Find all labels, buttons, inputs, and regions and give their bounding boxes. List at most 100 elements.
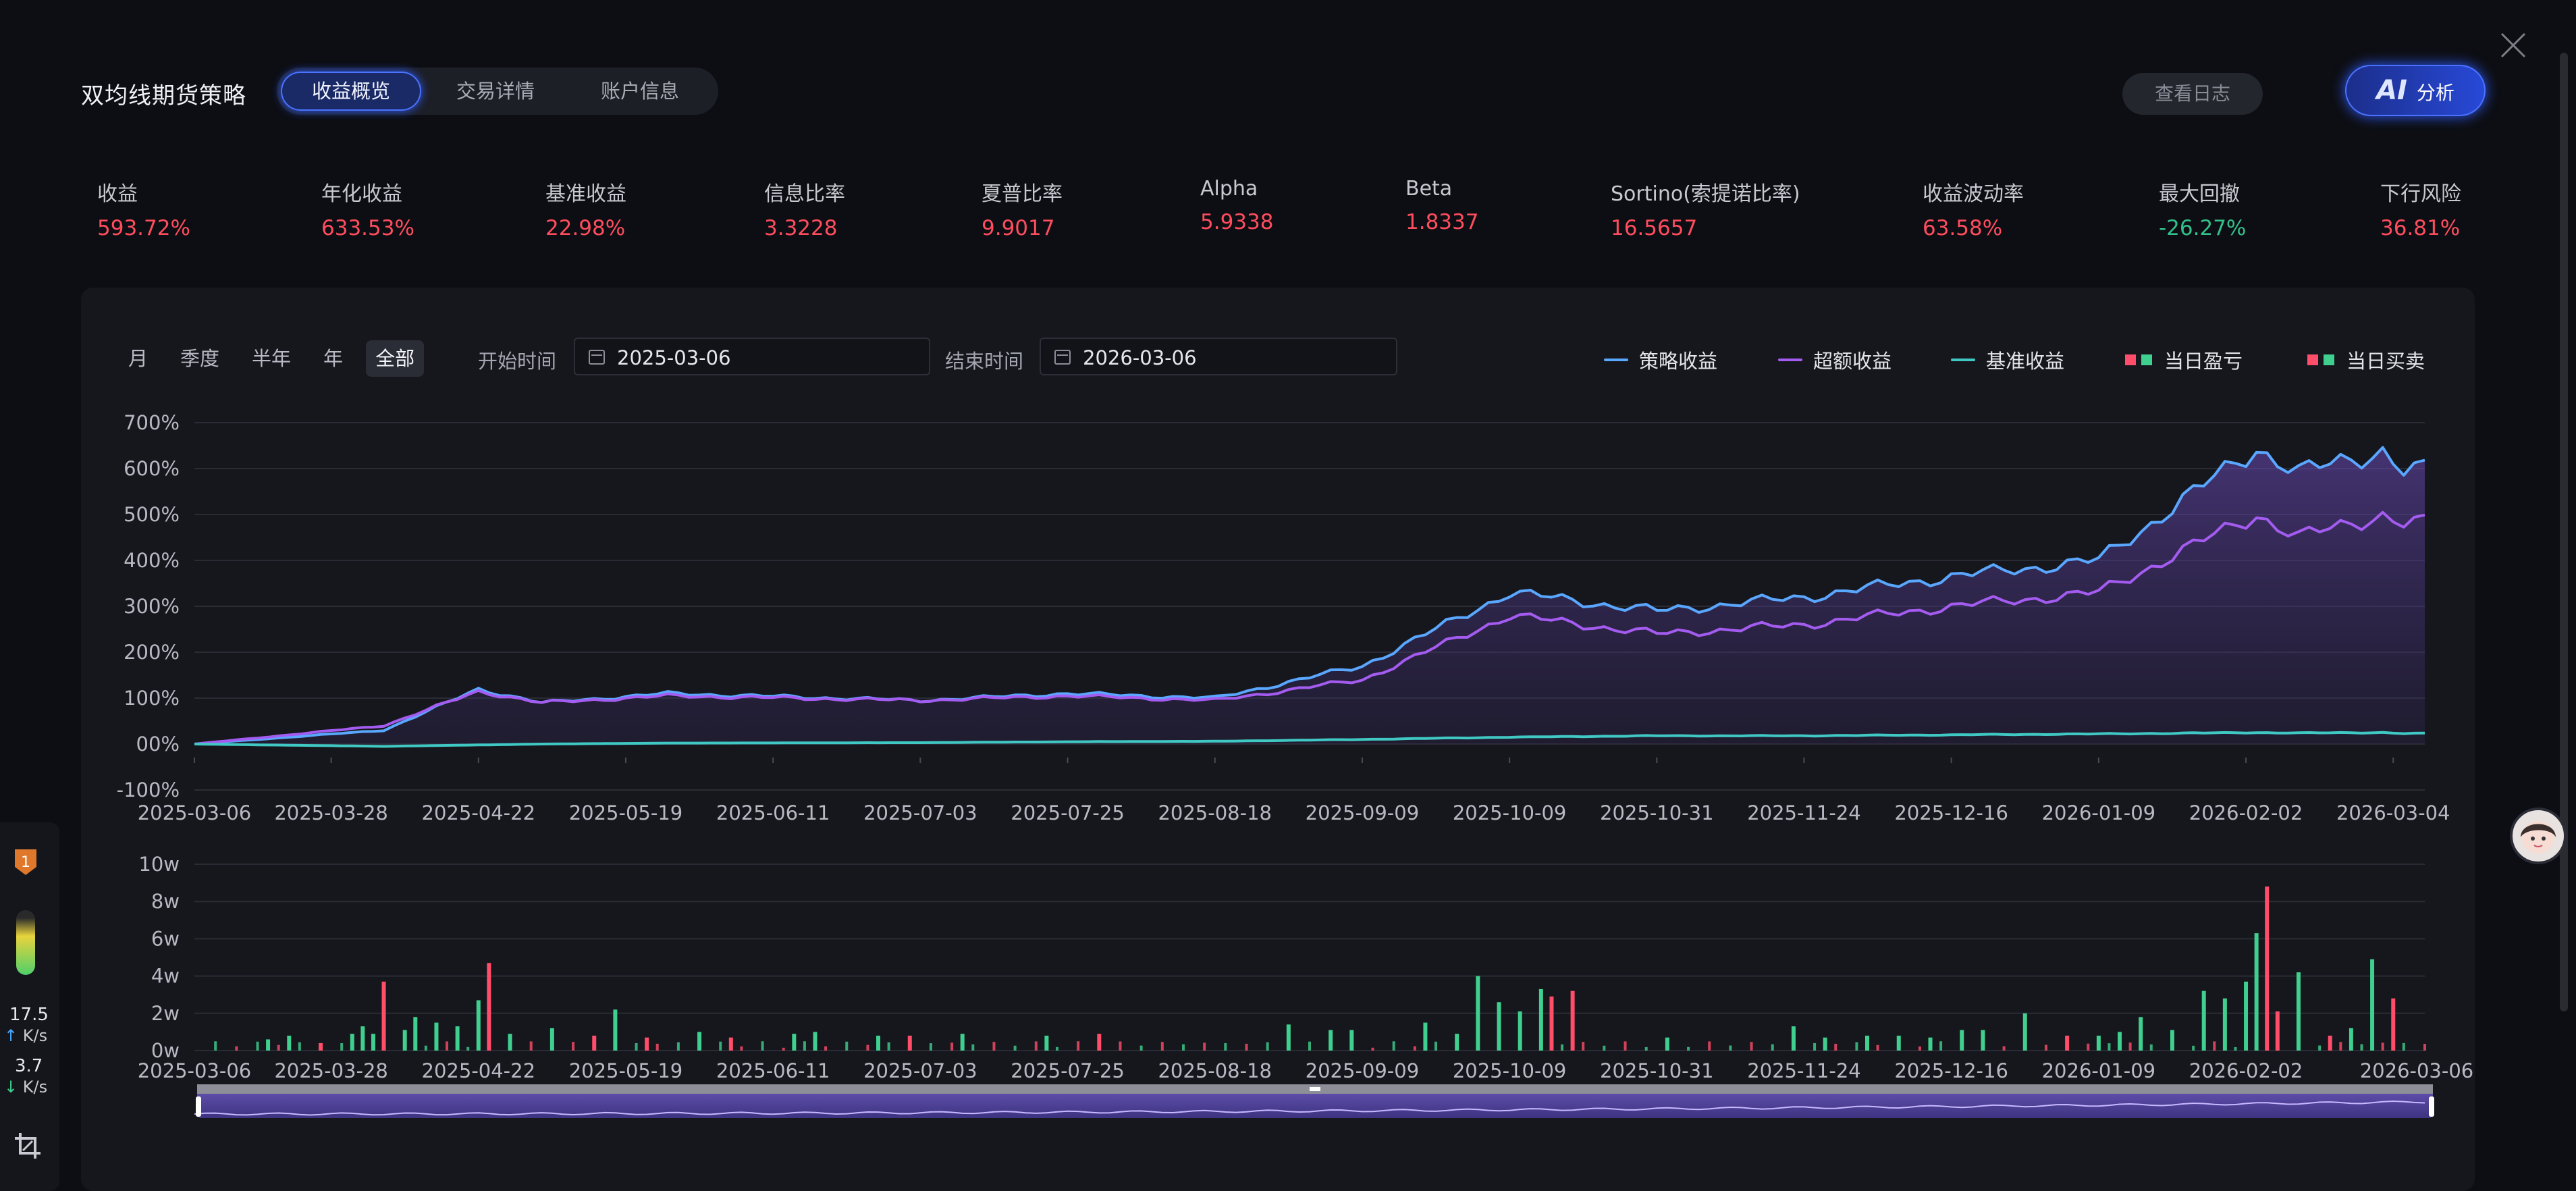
bar [1876, 1044, 1879, 1051]
y-tick-label: 10w [138, 853, 180, 876]
shield-badge-icon[interactable]: 1 [12, 847, 39, 878]
bar [1497, 1002, 1501, 1051]
bar [1203, 1042, 1206, 1051]
upload-speed: 17.5 [9, 1005, 49, 1025]
y-tick-label: 00% [136, 733, 180, 756]
bar [2222, 998, 2227, 1051]
bar [907, 1035, 912, 1051]
bar [824, 1046, 828, 1051]
bar [413, 1017, 418, 1051]
x-tick-label: 2025-10-31 [1600, 801, 1714, 824]
bar [1224, 1042, 1227, 1051]
x-tick-label: 2025-09-09 [1306, 801, 1420, 824]
bar [1266, 1042, 1269, 1051]
bar [676, 1042, 680, 1051]
x-tick-label: 2025-12-16 [1894, 801, 2008, 824]
y-tick-label: 600% [124, 457, 180, 480]
x-tick-label: 2025-12-16 [1894, 1059, 2008, 1082]
bar [1434, 1041, 1438, 1051]
arrow-down-icon: ↓ [4, 1078, 18, 1096]
bar [1624, 1041, 1627, 1051]
bar [1813, 1042, 1817, 1051]
x-tick-label: 2025-07-25 [1011, 1059, 1125, 1082]
bar [792, 1034, 797, 1051]
bar [950, 1042, 954, 1051]
download-speed-unit: ↓ K/s [4, 1078, 48, 1096]
bar [256, 1041, 259, 1051]
bar [635, 1043, 638, 1051]
bar [529, 1041, 533, 1051]
bar [1181, 1044, 1185, 1051]
y-tick-label: 100% [124, 687, 180, 710]
bar [1245, 1043, 1248, 1051]
bar [476, 1000, 481, 1051]
assistant-avatar[interactable] [2510, 808, 2567, 864]
y-tick-label: 8w [151, 890, 180, 913]
bar [1896, 1035, 1901, 1051]
bar [1423, 1022, 1428, 1051]
bar [645, 1037, 649, 1051]
bar [1834, 1043, 1837, 1051]
bar [2170, 1030, 2174, 1051]
x-tick-label: 2025-07-03 [863, 1059, 977, 1082]
bar [508, 1034, 512, 1051]
bar [2296, 972, 2301, 1051]
bar [298, 1042, 301, 1051]
bar [2149, 1044, 2153, 1051]
y-tick-label: 6w [151, 927, 180, 950]
bar [1791, 1026, 1796, 1051]
x-tick-label: 2025-03-06 [138, 1059, 252, 1082]
bar [2108, 1043, 2111, 1051]
x-tick-label: 2025-07-25 [1011, 801, 1125, 824]
x-tick-label: 2026-01-09 [2042, 1059, 2156, 1082]
bar [929, 1043, 932, 1051]
x-tick-label: 2025-11-24 [1747, 1059, 1861, 1082]
bar [1865, 1035, 1869, 1051]
bar [434, 1022, 439, 1051]
x-tick-label: 2026-01-09 [2042, 801, 2156, 824]
bar [971, 1044, 975, 1051]
bar [613, 1009, 618, 1051]
zoom-handle-left[interactable] [196, 1096, 201, 1117]
bar [350, 1034, 354, 1051]
bar [876, 1035, 881, 1051]
x-tick-label: 2025-05-19 [569, 1059, 683, 1082]
x-tick-label: 2025-06-11 [716, 801, 830, 824]
zoom-handle-right[interactable] [2429, 1096, 2434, 1117]
x-tick-label: 2025-08-18 [1158, 1059, 1272, 1082]
y-tick-label: -100% [117, 778, 180, 801]
bar [340, 1043, 344, 1051]
memory-meter[interactable] [16, 910, 35, 975]
bar [572, 1042, 575, 1051]
bar [1687, 1047, 1690, 1051]
bar [887, 1042, 890, 1051]
x-tick-label: 2025-10-09 [1453, 801, 1567, 824]
bar [214, 1041, 217, 1051]
strategy-modal: 双均线期货策略 收益概览 交易详情 账户信息 查看日志 AI 分析 收益 593.7… [0, 0, 2576, 1191]
svg-text:1: 1 [21, 854, 30, 871]
bar [381, 981, 386, 1051]
bar [424, 1045, 427, 1051]
bar [1034, 1041, 1038, 1051]
x-tick-label: 2025-11-24 [1747, 801, 1861, 824]
bar [1013, 1045, 1017, 1051]
y-tick-label: 2w [151, 1002, 180, 1025]
bar [1960, 1030, 1964, 1051]
crop-icon[interactable] [12, 1130, 43, 1161]
bar [1413, 1046, 1416, 1051]
x-tick-label: 2026-02-02 [2189, 1059, 2303, 1082]
x-tick-label: 2026-03-06 [2360, 1059, 2474, 1082]
bar [2265, 886, 2270, 1051]
bar [402, 1030, 407, 1051]
x-tick-label: 2026-03-04 [2336, 801, 2450, 824]
bar [1349, 1030, 1354, 1051]
bar [2275, 1011, 2280, 1051]
bar [761, 1041, 764, 1051]
scrollbar[interactable] [2560, 53, 2568, 1011]
x-tick-label: 2025-03-28 [274, 801, 388, 824]
bar [266, 1039, 271, 1051]
bar [487, 963, 491, 1051]
bar [360, 1026, 365, 1051]
bar [2391, 998, 2396, 1051]
bar [2096, 1035, 2101, 1051]
